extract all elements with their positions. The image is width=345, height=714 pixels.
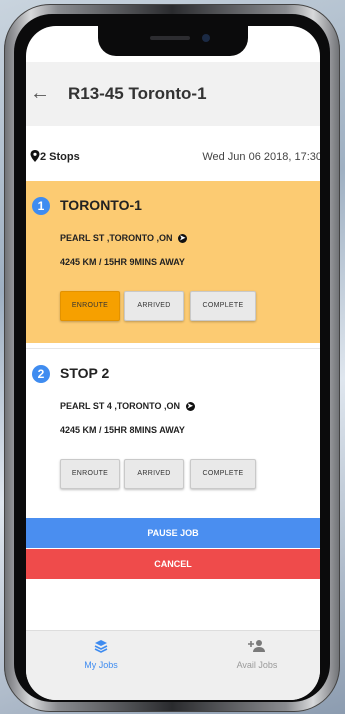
stops-count: 2 Stops: [40, 151, 80, 163]
navigate-icon[interactable]: ➤: [178, 234, 188, 244]
complete-button[interactable]: COMPLETE: [190, 291, 256, 321]
job-datetime: Wed Jun 06 2018, 17:30: [202, 151, 320, 163]
stop-card-1: 1 TORONTO-1 PEARL ST ,TORONTO ,ON ➤ 4245…: [26, 181, 320, 343]
map-pin-icon: [30, 150, 40, 162]
stack-icon: [94, 640, 108, 653]
stop-address-text: PEARL ST ,TORONTO ,ON: [60, 233, 173, 243]
job-summary: 2 Stops Wed Jun 06 2018, 17:30: [26, 126, 320, 181]
add-user-icon: [248, 640, 265, 652]
stop-distance: 4245 KM / 15HR 8MINS AWAY: [60, 425, 185, 435]
cancel-button[interactable]: CANCEL: [26, 549, 320, 579]
stop-distance: 4245 KM / 15HR 9MINS AWAY: [60, 257, 185, 267]
page-title: R13-45 Toronto-1: [68, 84, 207, 103]
stop-number-badge: 2: [32, 365, 50, 383]
arrived-button[interactable]: ARRIVED: [124, 291, 184, 321]
stop-card-2: 2 STOP 2 PEARL ST 4 ,TORONTO ,ON ➤ 4245 …: [26, 348, 320, 509]
enroute-button[interactable]: ENROUTE: [60, 459, 120, 489]
nav-label-my-jobs: My Jobs: [84, 660, 118, 670]
notch: [98, 26, 248, 56]
front-camera: [202, 34, 210, 42]
complete-button[interactable]: COMPLETE: [190, 459, 256, 489]
stop-name: STOP 2: [60, 365, 110, 381]
stop-name: TORONTO-1: [60, 197, 142, 213]
enroute-button[interactable]: ENROUTE: [60, 291, 120, 321]
stop-address-text: PEARL ST 4 ,TORONTO ,ON: [60, 401, 181, 411]
arrived-button[interactable]: ARRIVED: [124, 459, 184, 489]
nav-item-avail-jobs[interactable]: Avail Jobs: [202, 639, 312, 670]
nav-item-my-jobs[interactable]: My Jobs: [46, 639, 156, 670]
nav-label-avail-jobs: Avail Jobs: [236, 660, 278, 670]
speaker-grille: [150, 36, 190, 40]
pause-job-button[interactable]: PAUSE JOB: [26, 518, 320, 548]
stop-number-badge: 1: [32, 197, 50, 215]
navigate-icon[interactable]: ➤: [185, 402, 195, 412]
bottom-nav: My Jobs Avail Jobs: [26, 630, 320, 700]
app-screen: ← R13-45 Toronto-1 2 Stops Wed Jun 06 20…: [26, 26, 320, 700]
stop-address: PEARL ST 4 ,TORONTO ,ON ➤: [60, 401, 195, 412]
back-arrow-icon[interactable]: ←: [30, 82, 50, 105]
app-bar: ← R13-45 Toronto-1: [26, 62, 320, 127]
stop-address: PEARL ST ,TORONTO ,ON ➤: [60, 233, 188, 244]
